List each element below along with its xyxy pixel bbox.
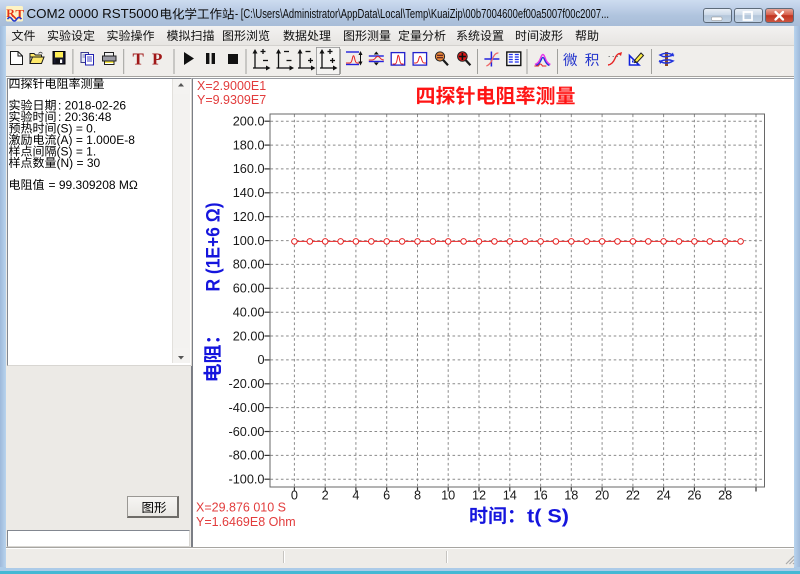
svg-text:t( S): t( S) <box>527 507 569 528</box>
svg-text:(N) = 30: (N) = 30 <box>57 156 101 170</box>
svg-text:100.0: 100.0 <box>233 234 265 248</box>
svg-text:P: P <box>152 50 162 69</box>
svg-text:40.00: 40.00 <box>233 306 265 320</box>
svg-text:200.0: 200.0 <box>233 115 265 129</box>
svg-text:R (1E+6 Ω): R (1E+6 Ω) <box>204 203 225 292</box>
svg-text:60.00: 60.00 <box>233 282 265 296</box>
svg-text:80.00: 80.00 <box>233 258 265 272</box>
svg-text:-40.00: -40.00 <box>229 401 265 415</box>
svg-text:140.0: 140.0 <box>233 186 265 200</box>
svg-text:160.0: 160.0 <box>233 162 265 176</box>
svg-text:-20.00: -20.00 <box>229 377 265 391</box>
svg-text:20.00: 20.00 <box>233 329 265 343</box>
svg-text:Y=1.6469E8 Ohm: Y=1.6469E8 Ohm <box>196 515 296 529</box>
svg-text:T: T <box>133 50 145 69</box>
svg-text:= 99.309208 MΩ: = 99.309208 MΩ <box>49 178 138 192</box>
svg-text:-80.00: -80.00 <box>229 449 265 463</box>
svg-text:X=29.876 010 S: X=29.876 010 S <box>196 501 286 515</box>
svg-text:COM2 0000 RST5000: COM2 0000 RST5000 <box>27 6 159 21</box>
svg-text:0: 0 <box>257 353 264 367</box>
svg-text:X=2.9000E1: X=2.9000E1 <box>197 79 266 93</box>
svg-text:-60.00: -60.00 <box>229 425 265 439</box>
svg-text:- [C:\Users\Administrator\AppD: - [C:\Users\Administrator\AppData\Local\… <box>235 6 609 21</box>
svg-text:-100.0: -100.0 <box>229 473 265 487</box>
svg-text:Y=9.9309E7: Y=9.9309E7 <box>197 93 266 107</box>
svg-text:120.0: 120.0 <box>233 210 265 224</box>
svg-text:180.0: 180.0 <box>233 138 265 152</box>
